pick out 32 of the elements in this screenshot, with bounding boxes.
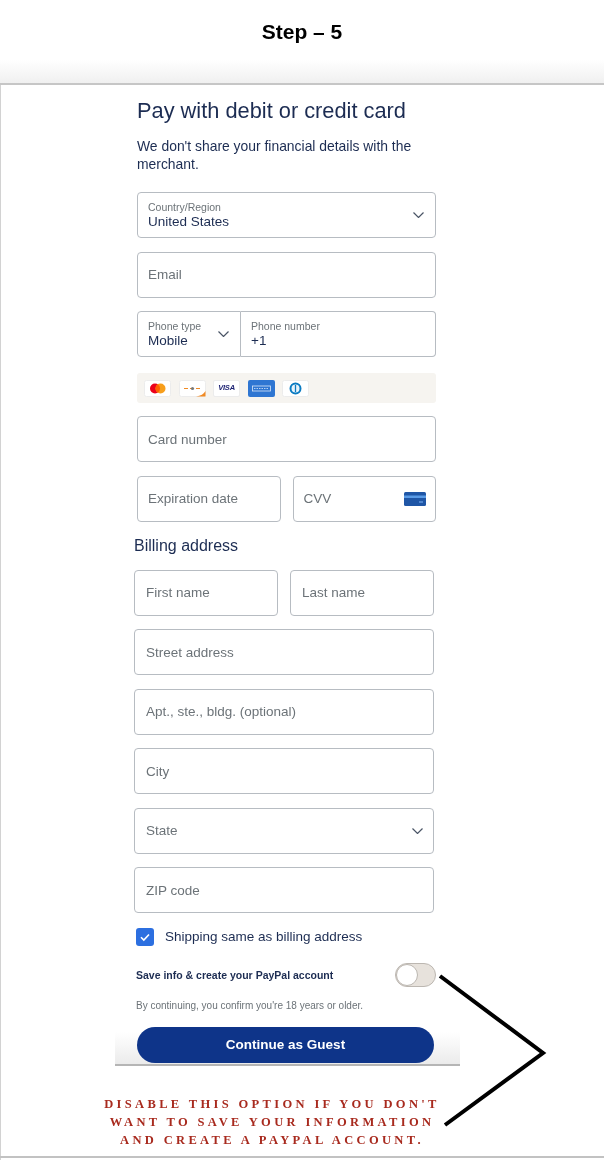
dropdown[interactable]: Phone type Mobile (137, 311, 241, 357)
input-field[interactable]: First name (134, 569, 278, 616)
input-field[interactable]: Email (137, 251, 436, 298)
dropdown[interactable]: State (134, 807, 434, 854)
input-field[interactable]: Apt., ste., bldg. (optional) (134, 688, 434, 735)
annotation-text: DISABLE THIS OPTION IF YOU DON'T WANT TO SAVE YOUR INFORMATION AND CREATE A PAYPAL ACCOUNT. (103, 1095, 441, 1149)
toggle-label: Save info & create your PayPal account (136, 969, 334, 982)
input-field[interactable]: Expiration date (137, 475, 281, 522)
continue-button[interactable]: Continue as Guest (137, 1026, 434, 1063)
chevron-down-icon (413, 212, 424, 218)
input-field[interactable]: Card number (137, 416, 436, 462)
tile-logo-icon (247, 379, 275, 397)
chevron-down-icon (412, 827, 423, 834)
input-field[interactable]: CVV (292, 475, 436, 522)
input-field[interactable]: City (134, 748, 434, 795)
form-title: Pay with debit or credit card (137, 99, 407, 123)
input-field[interactable]: Street address (134, 629, 434, 676)
input-field[interactable]: Last name (290, 569, 434, 616)
toggle-switch[interactable] (395, 963, 436, 988)
chevron-down-icon (218, 331, 229, 337)
input-field[interactable]: Phone number +1 (241, 311, 436, 357)
checkbox[interactable] (136, 928, 154, 947)
dropdown[interactable]: Country/Region United States (137, 192, 436, 238)
step-heading: Step – 5 (261, 20, 343, 44)
input-field[interactable]: ZIP code (134, 867, 434, 914)
privacy-note: We don't share your financial details with the merchant. (137, 137, 413, 173)
age-notice: By continuing, you confirm you're 18 years or older. (136, 998, 365, 1012)
checkbox-label: Shipping same as billing address (165, 928, 363, 947)
ring-logo-icon (282, 379, 309, 397)
circles-logo-icon (144, 379, 171, 397)
dash-logo-icon (178, 379, 206, 397)
section-heading: Billing address (134, 535, 240, 556)
